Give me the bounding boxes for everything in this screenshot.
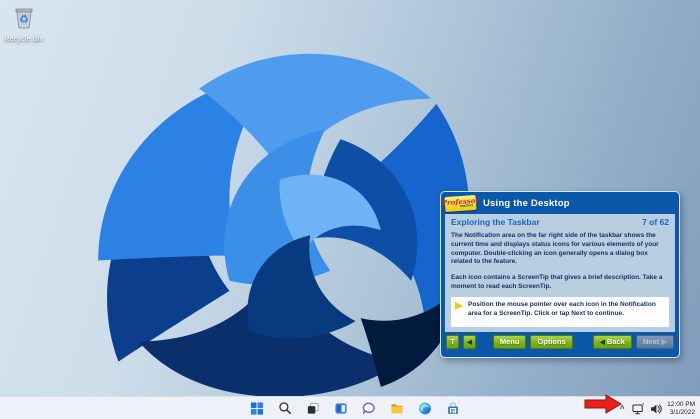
dialog-content-panel: Exploring the Taskbar 7 of 62 The Notifi…	[445, 214, 675, 332]
replay-audio-button[interactable]: ◀	[463, 335, 476, 349]
network-tray-button[interactable]: ?	[632, 403, 645, 415]
wallpaper-bloom	[78, 28, 502, 398]
lesson-title: Exploring the Taskbar	[451, 217, 540, 227]
tray-time: 12:00 PM	[667, 401, 695, 409]
next-arrow-icon: ▶	[661, 337, 667, 346]
search-icon	[278, 401, 293, 416]
instruction-arrow-icon	[455, 302, 463, 310]
widgets-button[interactable]	[333, 400, 350, 417]
page-indicator: 7 of 62	[642, 217, 669, 227]
text-mode-button[interactable]: T	[446, 335, 459, 349]
file-explorer-icon	[390, 401, 405, 416]
taskbar-icon-group	[249, 397, 462, 419]
windows-logo-icon	[250, 401, 265, 416]
task-view-icon	[306, 401, 321, 416]
task-view-button[interactable]	[305, 400, 322, 417]
recycle-bin-label: Recycle Bin	[4, 36, 44, 43]
desktop: ♻ Recycle Bin Professor teaches Using th…	[0, 0, 700, 419]
dialog-button-bar: T ◀ Menu Options ◀ Back Next ▶	[441, 332, 679, 357]
recycle-bin-glyph: ♻	[11, 4, 37, 30]
start-button[interactable]	[249, 400, 266, 417]
replay-icon: ◀	[467, 339, 472, 346]
volume-icon	[650, 403, 662, 415]
dialog-title: Using the Desktop	[483, 198, 570, 209]
logo-sub-text: teaches	[460, 204, 473, 208]
dialog-titlebar[interactable]: Professor teaches Using the Desktop	[441, 192, 679, 214]
network-icon: ?	[632, 403, 645, 415]
file-explorer-button[interactable]	[389, 400, 406, 417]
tray-date: 3/1/2022	[667, 409, 695, 417]
back-button[interactable]: ◀ Back	[593, 335, 632, 349]
svg-text:?: ?	[642, 403, 645, 407]
body-paragraph-1: The Notification area on the far right s…	[451, 232, 669, 267]
edge-icon	[418, 401, 433, 416]
options-button[interactable]: Options	[530, 335, 572, 349]
body-paragraph-2: Each icon contains a ScreenTip that give…	[451, 274, 669, 292]
svg-text:♻: ♻	[19, 13, 29, 26]
instruction-text: Position the mouse pointer over each ico…	[468, 301, 663, 319]
chat-icon	[362, 401, 377, 416]
tray-clock[interactable]: 12:00 PM 3/1/2022	[667, 401, 695, 417]
widgets-icon	[334, 401, 349, 416]
system-tray: ^ ? 12:00 PM 3/1/2022	[617, 397, 695, 419]
search-button[interactable]	[277, 400, 294, 417]
chat-button[interactable]	[361, 400, 378, 417]
menu-button[interactable]: Menu	[493, 335, 527, 349]
tutorial-dialog: Professor teaches Using the Desktop Expl…	[440, 191, 680, 358]
edge-button[interactable]	[417, 400, 434, 417]
annotation-arrow-icon	[584, 394, 623, 414]
instruction-callout: Position the mouse pointer over each ico…	[451, 297, 669, 327]
content-header: Exploring the Taskbar 7 of 62	[451, 217, 669, 227]
microsoft-store-button[interactable]	[445, 400, 462, 417]
microsoft-store-icon	[446, 401, 461, 416]
volume-tray-button[interactable]	[650, 403, 662, 415]
professor-teaches-logo: Professor teaches	[445, 194, 477, 211]
next-label: Next	[643, 337, 659, 346]
recycle-bin-icon[interactable]: ♻ Recycle Bin	[4, 4, 44, 43]
next-button[interactable]: Next ▶	[636, 335, 674, 349]
back-arrow-icon: ◀	[600, 339, 605, 346]
back-label: Back	[607, 337, 625, 346]
